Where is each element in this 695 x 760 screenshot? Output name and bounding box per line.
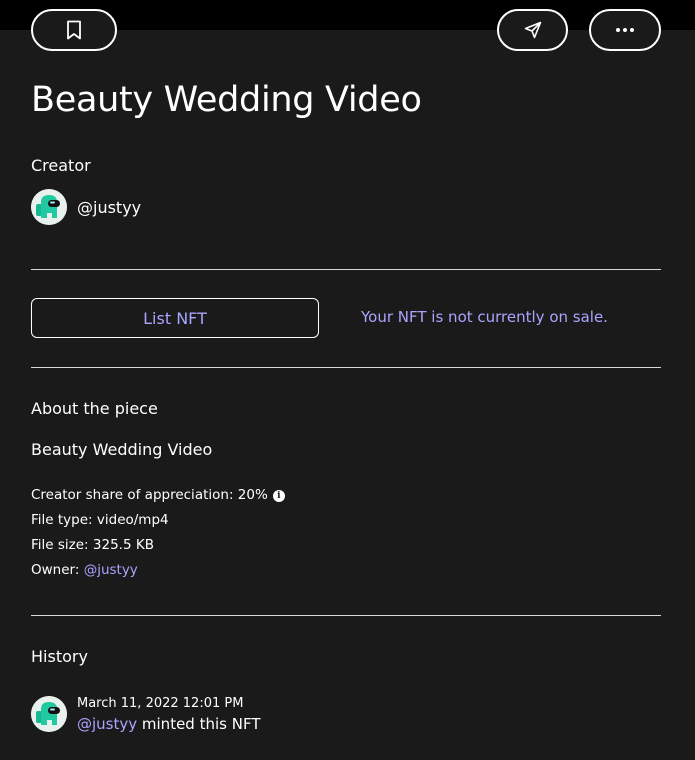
piece-title: Beauty Wedding Video [31,440,213,459]
history-date: March 11, 2022 12:01 PM [77,696,244,711]
owner-line: Owner: @justyy [31,562,138,578]
about-label: About the piece [31,399,158,418]
file-type-text: File type: video/mp4 [31,512,169,528]
info-icon[interactable]: i [272,490,285,502]
more-options-button[interactable] [589,9,661,51]
creator-label: Creator [31,156,91,175]
history-action-text: minted this NFT [141,715,261,733]
bookmark-icon [66,20,82,40]
creator-avatar[interactable] [31,189,67,225]
creator-share-line: Creator share of appreciation: 20% i [31,487,285,503]
share-button[interactable] [497,9,568,51]
creator-handle[interactable]: @justyy [77,198,141,217]
list-nft-button[interactable]: List NFT [31,298,319,338]
nft-title: Beauty Wedding Video [31,80,422,120]
divider [31,269,661,270]
history-avatar[interactable] [31,696,67,732]
more-horizontal-icon [616,28,634,32]
file-size-text: File size: 325.5 KB [31,537,154,553]
divider [31,615,661,616]
creator-share-text: Creator share of appreciation: 20% [31,487,268,503]
owner-label: Owner: [31,562,80,578]
sale-status-text: Your NFT is not currently on sale. [361,308,608,326]
history-user-link[interactable]: @justyy [77,715,137,733]
bookmark-button[interactable] [31,9,117,51]
history-label: History [31,647,88,666]
history-entry: @justyy minted this NFT [77,715,260,733]
owner-handle-link[interactable]: @justyy [84,562,138,578]
send-icon [524,21,542,39]
divider [31,367,661,368]
